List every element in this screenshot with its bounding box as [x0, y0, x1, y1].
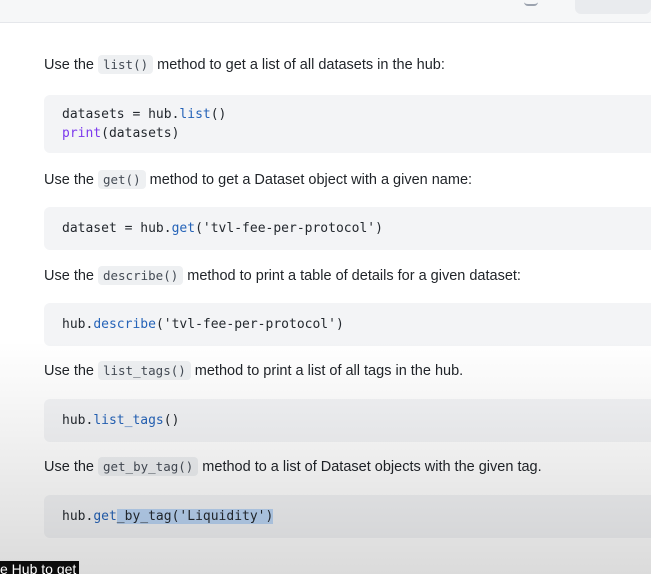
- paragraph-get-by-tag: Use the get_by_tag() method to a list of D…: [44, 457, 542, 476]
- previous-block: [0, 0, 651, 23]
- inline-code-describe: describe(): [97, 266, 184, 285]
- code-line: datasets = hub.list(): [62, 107, 227, 122]
- paragraph-list: Use the list() method to get a list of all…: [44, 55, 445, 74]
- top-button[interactable]: [575, 0, 651, 14]
- paragraph-describe: Use the describe() method to print a table…: [44, 266, 521, 285]
- code-line: print(datasets): [62, 126, 180, 141]
- code-line: dataset = hub.get('tvl-fee-per-protocol'…: [62, 221, 383, 236]
- inline-code-list-tags: list_tags(): [97, 361, 191, 380]
- code-block-get-by-tag[interactable]: hub.get_by_tag('Liquidity'): [44, 495, 651, 538]
- inline-code-get: get(): [97, 170, 146, 189]
- code-block-get[interactable]: dataset = hub.get('tvl-fee-per-protocol'…: [44, 207, 651, 250]
- code-block-list[interactable]: datasets = hub.list() print(datasets): [44, 95, 651, 153]
- text-selection[interactable]: _by_tag('Liquidity'): [116, 509, 274, 524]
- paragraph-get: Use the get() method to get a Dataset obje…: [44, 170, 473, 189]
- code-line: hub.get_by_tag('Liquidity'): [62, 509, 274, 524]
- inline-code-get-by-tag: get_by_tag(): [97, 457, 199, 476]
- paragraph-list-tags: Use the list_tags() method to print a list…: [44, 361, 464, 380]
- scroll-indicator: [524, 0, 538, 6]
- code-line: hub.describe('tvl-fee-per-protocol'): [62, 317, 344, 332]
- code-block-list-tags[interactable]: hub.list_tags(): [44, 399, 651, 442]
- inline-code-list: list(): [97, 55, 154, 74]
- code-block-describe[interactable]: hub.describe('tvl-fee-per-protocol'): [44, 303, 651, 346]
- video-shade: [0, 0, 651, 574]
- video-caption: e Hub to get: [0, 561, 80, 574]
- code-line: hub.list_tags(): [62, 413, 180, 428]
